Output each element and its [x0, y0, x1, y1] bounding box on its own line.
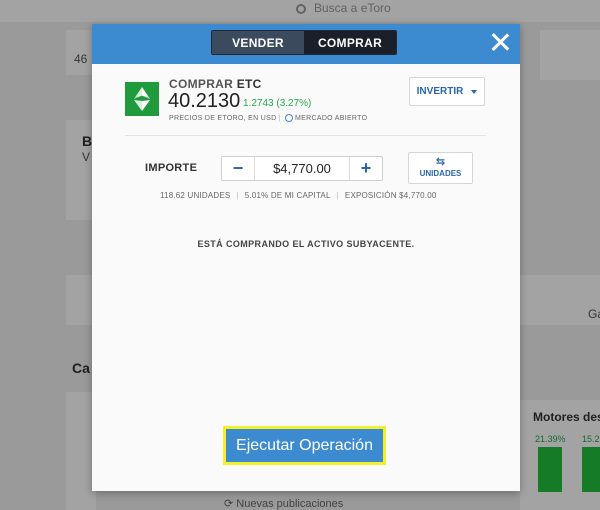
tab-buy[interactable]: COMPRAR — [304, 31, 396, 54]
amount-input[interactable]: $4,770.00 — [255, 157, 349, 180]
decrease-amount-button[interactable]: − — [222, 157, 255, 180]
modal-header: VENDER COMPRAR — [92, 24, 520, 64]
invest-button-label: INVERTIR — [416, 86, 464, 97]
amount-stepper: − $4,770.00 + — [221, 156, 383, 181]
etc-logo-icon — [125, 82, 159, 116]
trade-stats: 118.62 UNIDADES | 5.01% DE MI CAPITAL | EXPO… — [160, 191, 437, 200]
trade-modal: VENDER COMPRAR COMPRAR ETC 40.2130 1.274… — [92, 24, 520, 491]
increase-amount-button[interactable]: + — [349, 157, 382, 180]
close-icon[interactable] — [490, 32, 510, 52]
divider — [125, 135, 486, 136]
asset-symbol: ETC — [236, 77, 262, 91]
sell-buy-toggle: VENDER COMPRAR — [211, 30, 397, 55]
asset-title: COMPRAR ETC — [169, 77, 262, 91]
underlying-asset-notice: ESTÁ COMPRANDO EL ACTIVO SUBYACENTE. — [197, 239, 415, 249]
execute-trade-button[interactable]: Ejecutar Operación — [223, 426, 386, 465]
units-stat: 118.62 UNIDADES — [160, 191, 231, 200]
exposure-stat: EXPOSICIÓN $4,770.00 — [344, 191, 437, 200]
swap-icon: ⇆ — [435, 156, 446, 168]
tab-sell[interactable]: VENDER — [212, 31, 304, 54]
capital-stat: 5.01% DE MI CAPITAL — [244, 191, 331, 200]
clock-icon — [285, 114, 294, 122]
asset-price: 40.2130 — [168, 90, 241, 112]
asset-change: 1.2743 (3.27%) — [243, 98, 312, 109]
units-button-label: UNIDADES — [419, 169, 462, 178]
asset-meta: PRECIOS DE ETORO, EN USD | MERCADO ABIER… — [169, 114, 368, 122]
invest-dropdown-button[interactable]: INVERTIR — [409, 77, 485, 106]
amount-label: IMPORTE — [145, 162, 198, 174]
asset-action-label: COMPRAR — [169, 77, 234, 91]
switch-units-button[interactable]: ⇆ UNIDADES — [408, 152, 473, 184]
price-source-label: PRECIOS DE ETORO, EN USD — [169, 114, 277, 122]
chevron-down-icon — [471, 89, 478, 94]
market-status: MERCADO ABIERTO — [295, 114, 368, 122]
